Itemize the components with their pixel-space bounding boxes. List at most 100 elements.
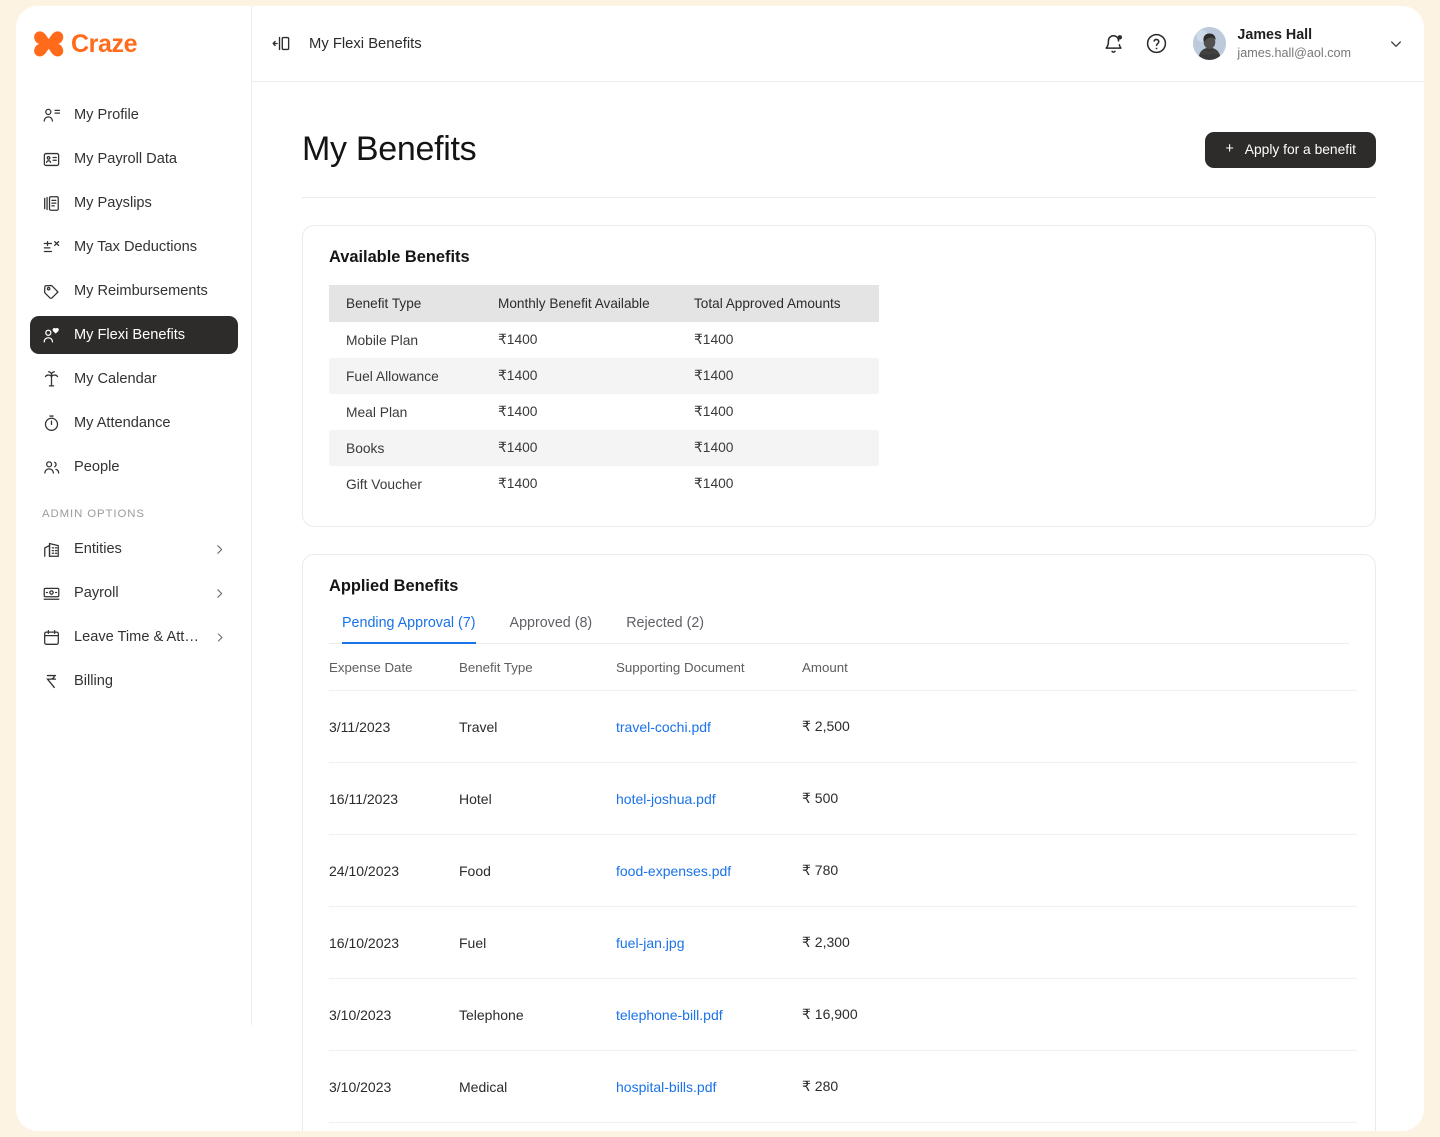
sidebar-item-payroll[interactable]: Payroll <box>30 574 238 612</box>
benefit-type-cell: Other <box>459 1122 616 1131</box>
main-area: My Flexi Benefits James Hall james.hall@… <box>252 6 1424 1131</box>
sidebar-item-my-attendance[interactable]: My Attendance <box>30 404 238 442</box>
sidebar-item-leave-time-attendance[interactable]: Leave Time & Atten... <box>30 618 238 656</box>
supporting-document-cell: hospital-bills.pdf <box>616 1050 802 1123</box>
document-link[interactable]: travel-cochi.pdf <box>616 719 711 735</box>
sidebar-item-my-profile[interactable]: My Profile <box>30 96 238 134</box>
sidebar-item-people[interactable]: People <box>30 448 238 486</box>
amount-cell: ₹ 16,900 <box>802 978 1357 1051</box>
amount-cell: ₹ 2,300 <box>802 906 1357 979</box>
sidebar-item-my-calendar[interactable]: My Calendar <box>30 360 238 398</box>
available-benefits-table: Benefit Type Monthly Benefit Available T… <box>329 285 879 502</box>
page-content: My Benefits + Apply for a benefit Availa… <box>252 82 1424 1131</box>
sidebar-item-entities[interactable]: Entities <box>30 530 238 568</box>
amount-cell: ₹ 780 <box>802 834 1357 907</box>
document-link[interactable]: food-expenses.pdf <box>616 863 731 879</box>
document-link[interactable]: hotel-joshua.pdf <box>616 791 716 807</box>
breadcrumb: My Flexi Benefits <box>309 35 422 52</box>
available-benefits-card: Available Benefits Benefit Type Monthly … <box>302 225 1376 527</box>
sidebar-item-label: My Attendance <box>74 415 171 431</box>
sidebar-item-label: Leave Time & Atten... <box>74 629 202 645</box>
user-name: James Hall <box>1237 27 1313 44</box>
tag-icon <box>43 284 59 299</box>
monthly-benefit-cell: ₹1400 <box>484 430 680 466</box>
sidebar-item-label: My Flexi Benefits <box>74 327 186 343</box>
amount-cell: ₹ 900 <box>802 1122 1357 1131</box>
top-bar: My Flexi Benefits James Hall james.hall@… <box>252 6 1424 82</box>
apply-for-benefit-button[interactable]: + Apply for a benefit <box>1205 131 1376 168</box>
stopwatch-icon <box>44 414 59 431</box>
amount-cell: ₹ 2,500 <box>802 690 1357 763</box>
benefit-type-cell: Hotel <box>459 762 616 835</box>
benefit-type-cell: Medical <box>459 1050 616 1123</box>
expense-date-cell: 24/10/2023 <box>329 834 459 907</box>
id-card-icon <box>43 152 60 166</box>
document-link[interactable]: fuel-jan.jpg <box>616 935 685 951</box>
table-row: Fuel Allowance ₹1400 ₹1400 <box>329 358 879 394</box>
sidebar-item-my-payroll-data[interactable]: My Payroll Data <box>30 140 238 178</box>
amount-cell: ₹ 280 <box>802 1050 1357 1123</box>
tab-approved[interactable]: Approved (8) <box>510 615 593 644</box>
applied-benefits-table: Expense Date Benefit Type Supporting Doc… <box>329 644 1357 1131</box>
expense-date-cell: 3/10/2023 <box>329 1050 459 1123</box>
sidebar-item-my-flexi-benefits[interactable]: My Flexi Benefits <box>30 316 238 354</box>
help-circle-icon[interactable] <box>1145 32 1168 55</box>
calendar-icon <box>44 629 59 645</box>
table-row: 3/10/2023 Telephone telephone-bill.pdf ₹… <box>329 978 1357 1051</box>
sidebar-item-label: My Payroll Data <box>74 151 177 167</box>
admin-options-section-label: ADMIN OPTIONS <box>42 508 145 520</box>
sidebar-collapse-button[interactable] <box>270 33 292 55</box>
chevron-right-icon <box>217 588 223 598</box>
sidebar-item-billing[interactable]: Billing <box>30 662 238 700</box>
rupee-icon <box>46 674 57 688</box>
applied-benefits-table-wrap: Expense Date Benefit Type Supporting Doc… <box>303 644 1375 1131</box>
chevron-right-icon <box>218 633 223 641</box>
available-benefits-table-wrap: Benefit Type Monthly Benefit Available T… <box>303 267 1375 526</box>
avatar <box>1193 27 1227 60</box>
total-approved-cell: ₹1400 <box>694 332 734 347</box>
document-link[interactable]: hospital-bills.pdf <box>616 1079 716 1095</box>
brand-logo[interactable]: Craze <box>16 6 252 82</box>
document-link[interactable]: telephone-bill.pdf <box>616 1007 723 1023</box>
benefit-type-cell: Travel <box>459 690 616 763</box>
bell-icon[interactable] <box>1102 32 1125 55</box>
column-header: Monthly Benefit Available <box>484 285 680 322</box>
column-header: Benefit Type <box>459 660 533 675</box>
sidebar-item-label: Billing <box>74 673 113 689</box>
supporting-document-cell: telephone-bill.pdf <box>616 978 802 1051</box>
sidebar-item-label: My Tax Deductions <box>74 239 198 255</box>
buildings-icon <box>44 542 59 557</box>
sidebar-item-my-tax-deductions[interactable]: My Tax Deductions <box>30 228 238 266</box>
benefit-type-cell: Food <box>459 834 616 907</box>
benefit-type-cell: Books <box>329 430 484 466</box>
applied-benefits-title: Applied Benefits <box>329 577 459 595</box>
topbar-actions: James Hall james.hall@aol.com <box>1102 26 1404 60</box>
document-stack-icon <box>44 195 59 211</box>
user-menu[interactable]: James Hall james.hall@aol.com <box>1193 26 1404 60</box>
applied-benefits-tabs: Pending Approval (7) Approved (8) Reject… <box>329 596 1349 644</box>
supporting-document-cell: food-expenses.pdf <box>616 834 802 907</box>
tab-rejected[interactable]: Rejected (2) <box>626 615 704 644</box>
expense-date-cell: 16/10/2023 <box>329 906 459 979</box>
benefit-type-cell: Fuel Allowance <box>329 358 484 394</box>
sliders-icon <box>43 240 60 252</box>
benefit-type-cell: Gift Voucher <box>346 476 422 492</box>
sidebar-item-label: My Calendar <box>74 371 157 387</box>
tab-pending-approval[interactable]: Pending Approval (7) <box>342 615 476 644</box>
applied-benefits-card: Applied Benefits Pending Approval (7) Ap… <box>302 554 1376 1131</box>
sidebar-item-label: People <box>74 459 120 475</box>
palm-tree-icon <box>44 370 59 386</box>
brand-name: Craze <box>71 29 138 58</box>
page-title: My Benefits <box>302 130 477 168</box>
sidebar-item-my-reimbursements[interactable]: My Reimbursements <box>30 272 238 310</box>
sidebar-item-my-payslips[interactable]: My Payslips <box>30 184 238 222</box>
chevron-down-icon[interactable] <box>1388 36 1404 52</box>
expense-date-cell: 3/11/2023 <box>329 690 459 763</box>
benefit-type-cell: Meal Plan <box>346 404 408 420</box>
user-info: James Hall james.hall@aol.com <box>1237 26 1351 60</box>
table-row: Meal Plan ₹1400 ₹1400 <box>329 394 879 430</box>
table-row: 24/10/2023 Food food-expenses.pdf ₹ 780 <box>329 834 1357 907</box>
sidebar-item-label: My Reimbursements <box>74 283 208 299</box>
sidebar-nav: My Profile My Payroll Data My Payslips M… <box>16 82 252 700</box>
money-card-icon <box>43 587 60 600</box>
